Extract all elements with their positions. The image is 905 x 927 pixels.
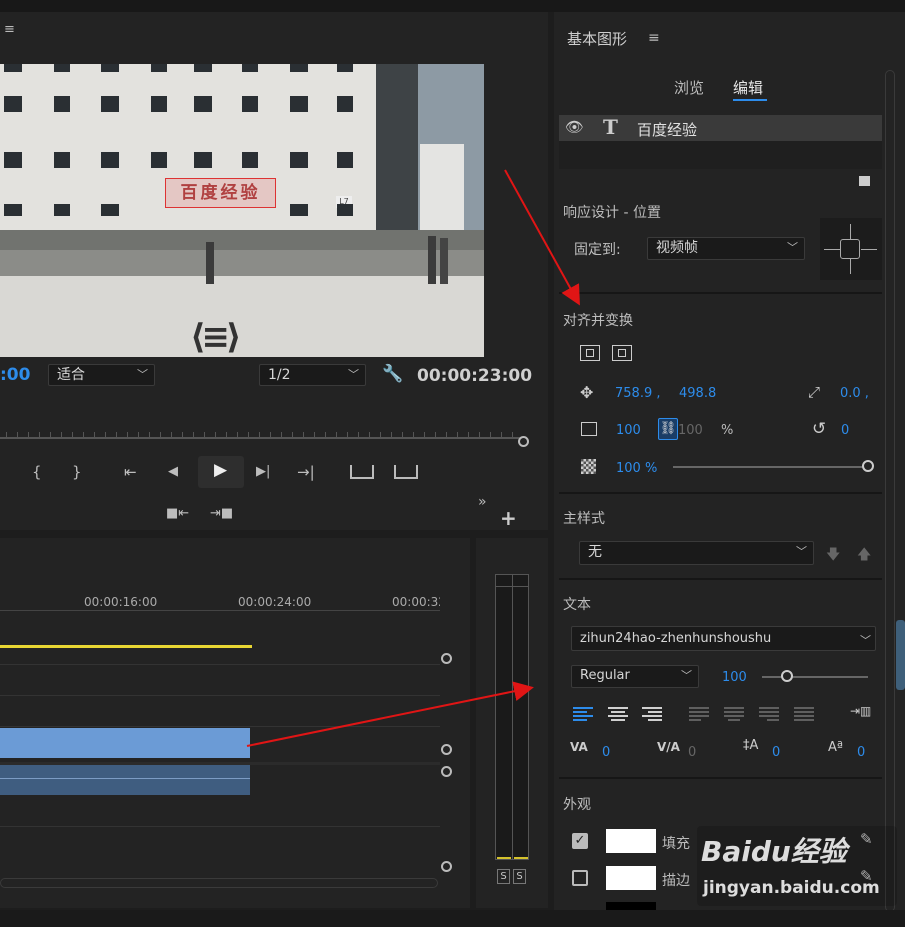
annotation-arrows <box>246 169 580 747</box>
arrow-annotation <box>504 169 580 306</box>
arrow-annotation <box>246 681 534 747</box>
